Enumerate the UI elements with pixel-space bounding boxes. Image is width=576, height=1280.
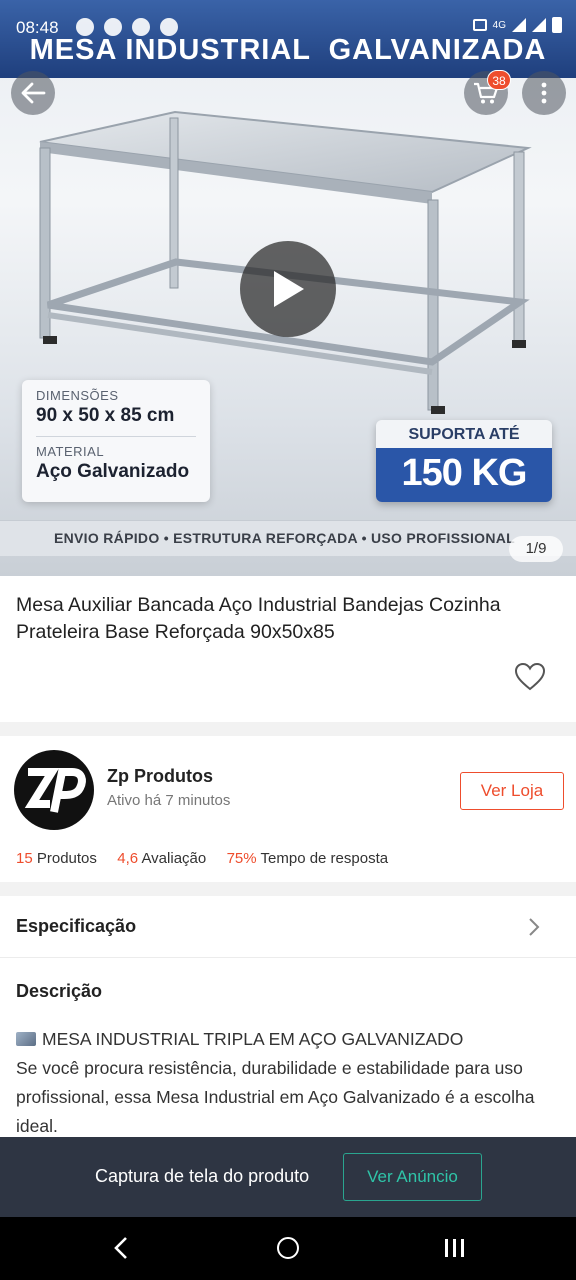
dimension-label: DIMENSÕES: [36, 388, 119, 403]
description-body: MESA INDUSTRIAL TRIPLA EM AÇO GALVANIZAD…: [16, 1025, 556, 1137]
weight-capacity-value: 150 KG: [401, 452, 528, 494]
product-image-carousel[interactable]: MESA INDUSTRIAL GALVANIZADA 08:48 4G DIM…: [0, 0, 576, 576]
view-listing-button[interactable]: Ver Anúncio: [343, 1153, 482, 1201]
material-value: Aço Galvanizado: [36, 461, 190, 482]
shop-name[interactable]: Zp Produtos: [107, 766, 213, 787]
nav-recents-icon[interactable]: [443, 1236, 467, 1260]
network-type: 4G: [492, 19, 506, 31]
product-capture-bar: Captura de tela do produto Ver Anúncio: [0, 1137, 576, 1217]
vibrate-icon: [472, 19, 487, 31]
status-notification-icons: [76, 18, 178, 36]
image-page-indicator: 1/9: [509, 536, 563, 562]
facebook-icon: [104, 18, 122, 36]
rating-value: 4,6: [117, 850, 139, 867]
description-headline: MESA INDUSTRIAL TRIPLA EM AÇO GALVANIZAD…: [16, 1025, 556, 1054]
play-icon: [274, 271, 304, 307]
cart-count-badge: 38: [487, 70, 511, 90]
nav-back-icon[interactable]: [110, 1235, 134, 1261]
description-section: Descrição MESA INDUSTRIAL TRIPLA EM AÇO …: [0, 959, 576, 1137]
whatsapp-icon: [76, 18, 94, 36]
shop-active-status: Ativo há 7 minutos: [107, 792, 231, 809]
section-divider: [0, 722, 576, 736]
description-line1: MESA INDUSTRIAL TRIPLA EM AÇO GALVANIZAD…: [42, 1029, 464, 1049]
heart-icon: [514, 662, 546, 691]
bolt-icon: [16, 1032, 36, 1046]
material-label: MATERIAL: [36, 444, 105, 459]
response-rate: 75%: [226, 850, 257, 867]
status-system-icons: 4G: [472, 17, 562, 33]
visit-shop-button[interactable]: Ver Loja: [460, 772, 564, 810]
divider: [36, 436, 196, 437]
signal-icon: [512, 18, 526, 32]
status-time: 08:48: [16, 18, 59, 37]
back-button[interactable]: [11, 71, 55, 115]
zp-logo-icon: [16, 752, 92, 828]
product-title-section: Mesa Auxiliar Bancada Aço Industrial Ban…: [0, 576, 576, 722]
favorite-button[interactable]: [514, 662, 548, 694]
weight-capacity-card: SUPORTA ATÉ 150 KG: [376, 420, 552, 502]
product-title: Mesa Auxiliar Bancada Aço Industrial Ban…: [16, 594, 501, 643]
nav-home-icon[interactable]: [277, 1237, 299, 1259]
section-divider: [0, 882, 576, 896]
response-label: Tempo de resposta: [260, 850, 389, 867]
specification-row[interactable]: Especificação: [0, 896, 576, 958]
facebook-icon: [132, 18, 150, 36]
weight-capacity-label: SUPORTA ATÉ: [408, 426, 520, 443]
features-text: ENVIO RÁPIDO • ESTRUTURA REFORÇADA • USO…: [54, 530, 516, 546]
shop-section: Zp Produtos Ativo há 7 minutos Ver Loja …: [0, 736, 576, 882]
more-icon: [541, 82, 547, 104]
specification-label: Especificação: [16, 916, 137, 936]
description-text: Se você procura resistência, durabilidad…: [16, 1058, 535, 1136]
play-video-button[interactable]: [240, 241, 336, 337]
capture-text: Captura de tela do produto: [95, 1166, 310, 1186]
dimension-value: 90 x 50 x 85 cm: [36, 405, 175, 426]
features-strip: ENVIO RÁPIDO • ESTRUTURA REFORÇADA • USO…: [0, 520, 576, 556]
chevron-right-icon: [529, 918, 540, 936]
back-arrow-icon: [21, 82, 46, 104]
shop-stats: 15 Produtos 4,6 Avaliação 75% Tempo de r…: [16, 850, 388, 867]
signal-icon: [532, 18, 546, 32]
more-options-button[interactable]: [522, 71, 566, 115]
android-nav-bar: [0, 1217, 576, 1280]
products-label: Produtos: [36, 850, 97, 867]
dimension-material-card: DIMENSÕES 90 x 50 x 85 cm MATERIAL Aço G…: [22, 380, 210, 502]
battery-icon: [552, 17, 562, 33]
products-count: 15: [16, 850, 33, 867]
status-bar: 08:48 4G: [0, 14, 576, 40]
description-heading: Descrição: [16, 981, 103, 1001]
facebook-icon: [160, 18, 178, 36]
shop-avatar[interactable]: [14, 750, 94, 830]
rating-label: Avaliação: [141, 850, 207, 867]
